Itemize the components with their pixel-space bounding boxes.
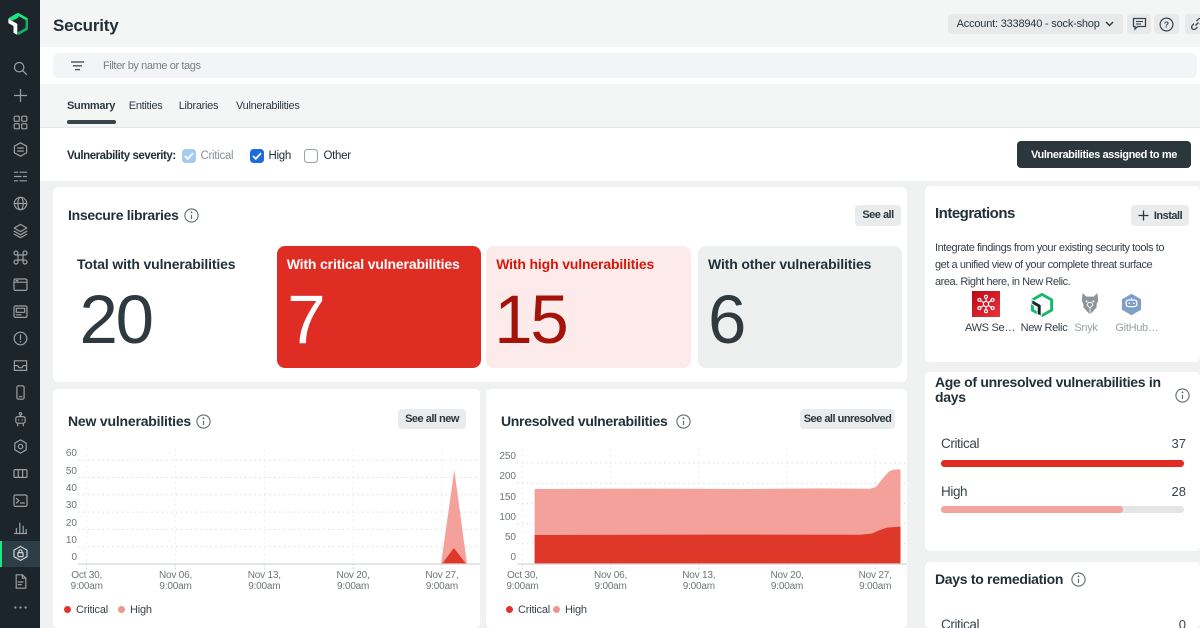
svg-text:?: ?	[1164, 19, 1169, 29]
